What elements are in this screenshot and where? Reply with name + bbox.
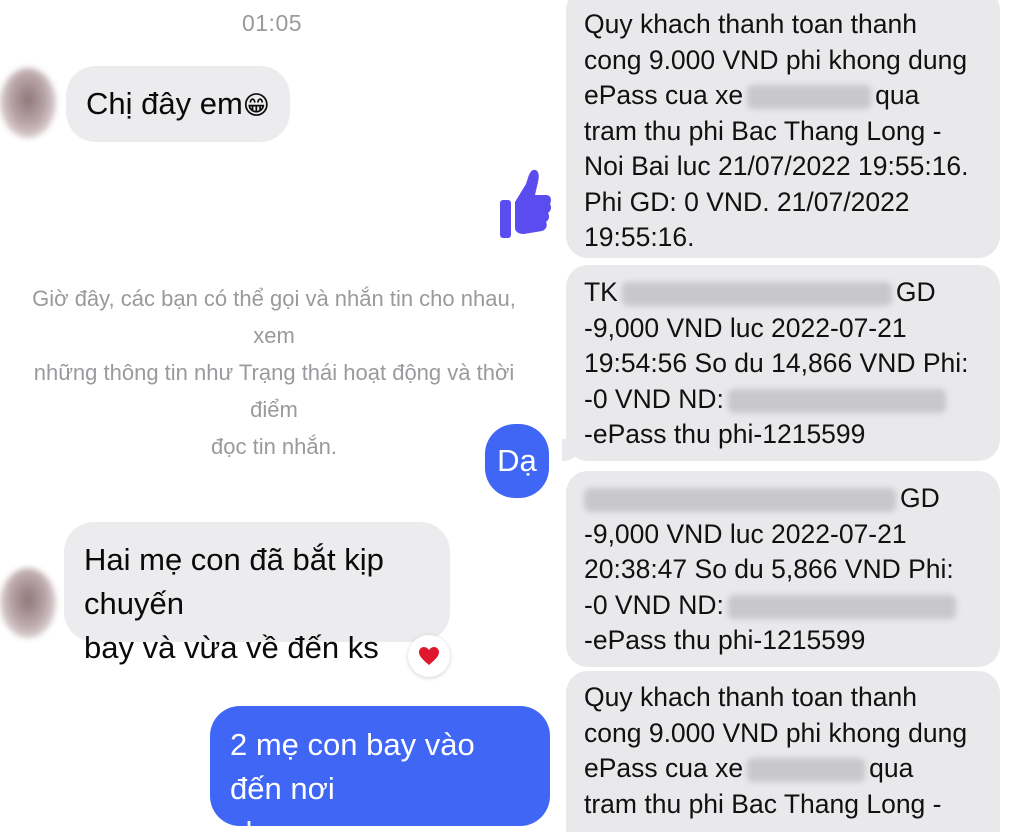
avatar[interactable] — [0, 68, 56, 138]
message-line: 2 mẹ con bay vào đến nơi — [230, 727, 475, 806]
sms-text: qua — [875, 80, 920, 110]
redacted-account — [584, 488, 896, 512]
message-chi-day[interactable]: Chị đây em😁 — [66, 66, 290, 142]
sms-line: 19:54:56 So du 14,866 VND Phi: — [584, 348, 969, 378]
sms-message[interactable]: GD -9,000 VND luc 2022-07-21 20:38:47 So… — [566, 471, 1000, 667]
message-da-text: Dạ — [497, 443, 537, 478]
message-line: bay và vừa về đến ks — [84, 630, 379, 665]
avatar[interactable] — [0, 568, 56, 638]
sms-line: -0 VND ND: — [584, 588, 982, 624]
notice-line: đọc tin nhắn. — [211, 434, 337, 459]
sms-line: ePass cua xe qua — [584, 751, 982, 787]
sms-line: -0 VND ND: — [584, 382, 982, 418]
sms-text: ePass cua xe — [584, 80, 744, 110]
redacted-plate — [747, 758, 866, 782]
message-timestamp: 01:05 — [241, 10, 303, 36]
bubble-tail — [562, 439, 580, 461]
sms-line: -ePass thu phi-1215599 — [584, 419, 866, 449]
sms-panel: Quy khach thanh toan thanh cong 9.000 VN… — [560, 0, 1020, 832]
sms-message[interactable]: Quy khach thanh toan thanh cong 9.000 VN… — [566, 0, 1000, 258]
message-outgoing-question[interactable]: 2 mẹ con bay vào đến nơi chưa ạ — [210, 706, 550, 832]
redacted-content — [727, 388, 946, 413]
sms-message[interactable]: TK GD -9,000 VND luc 2022-07-21 19:54:56 … — [562, 265, 1000, 461]
sms-line: -9,000 VND luc 2022-07-21 — [584, 312, 907, 343]
heart-reaction[interactable] — [408, 635, 450, 677]
notice-line: Giờ đây, các bạn có thể gọi và nhắn tin … — [32, 286, 516, 348]
sms-line: GD — [584, 481, 982, 517]
sms-text: GD — [895, 277, 936, 307]
message-hai-me-con[interactable]: Hai mẹ con đã bắt kịp chuyến bay và vừa … — [64, 522, 450, 665]
sms-line: -ePass thu phi-1215599 — [584, 625, 866, 655]
sms-line: Quy khach thanh toan thanh — [584, 9, 917, 39]
sms-line: tram thu phi Bac Thang Long - — [584, 115, 942, 146]
sms-line: Phi GD: 0 VND. 21/07/2022 — [584, 186, 910, 217]
sms-text: -0 VND ND: — [584, 383, 724, 414]
messenger-panel: 01:05 Chị đây em😁 Giờ đây, các bạn có th… — [0, 0, 560, 832]
message-da[interactable]: Dạ — [485, 424, 549, 498]
heart-icon — [419, 647, 439, 665]
sms-text: qua — [869, 753, 914, 783]
grin-emoji-icon: 😁 — [242, 90, 270, 120]
sms-line: Noi Bai luc 21/07/2022 19:55:16. — [584, 151, 969, 181]
notice-line: những thông tin như Trạng thái hoạt động… — [33, 360, 515, 422]
sms-line: Quy khach thanh toan thanh — [584, 682, 917, 712]
sms-line: cong 9.000 VND phi khong dung — [584, 44, 968, 75]
sms-text: ePass cua xe — [584, 753, 744, 783]
sms-line: ePass cua xe qua — [584, 78, 982, 114]
sms-line: cong 9.000 VND phi khong dung — [584, 717, 968, 748]
redacted-content — [727, 594, 956, 619]
redacted-plate — [747, 85, 872, 109]
message-line: chưa ạ — [230, 811, 530, 832]
sms-text: TK — [584, 277, 618, 307]
message-chi-day-text: Chị đây em — [86, 86, 243, 121]
sms-message[interactable]: Quy khach thanh toan thanh cong 9.000 VN… — [566, 671, 1000, 832]
sms-text: -0 VND ND: — [584, 589, 724, 620]
sms-line: 20:38:47 So du 5,866 VND Phi: — [584, 554, 954, 584]
sms-line: -9,000 VND luc 2022-07-21 — [584, 518, 907, 549]
redacted-account — [621, 282, 892, 306]
chat-notice: Giờ đây, các bạn có thể gọi và nhắn tin … — [18, 280, 530, 465]
sms-line: tram thu phi Bac Thang Long - — [584, 788, 942, 819]
thumbs-up-icon[interactable] — [496, 164, 552, 244]
sms-text: GD — [900, 483, 940, 513]
message-line: Hai mẹ con đã bắt kịp chuyến — [84, 542, 384, 621]
sms-line: 19:55:16. — [584, 222, 695, 252]
sms-line: TK GD — [584, 275, 982, 311]
